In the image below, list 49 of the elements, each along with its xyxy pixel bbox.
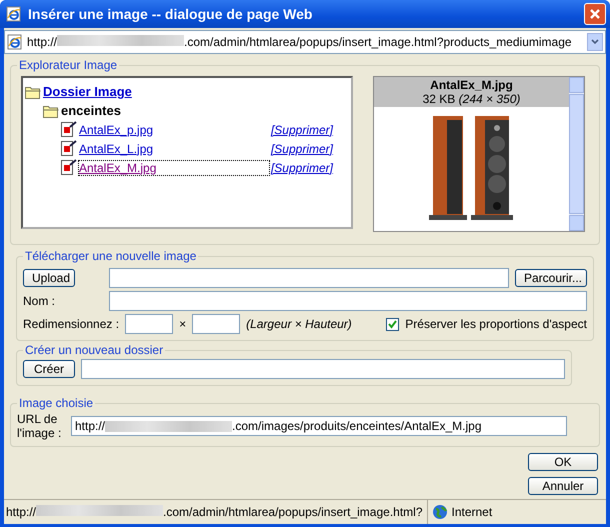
height-field[interactable] — [192, 314, 240, 334]
folder-label[interactable]: enceintes — [61, 103, 121, 118]
folder-name-field[interactable] — [81, 359, 565, 379]
folder-icon — [43, 104, 59, 118]
close-icon — [589, 8, 601, 20]
group-legend: Image choisie — [17, 396, 96, 410]
status-url: http:// .com/admin/htmlarea/popups/insert_image.html? — [6, 505, 422, 519]
file-link[interactable]: AntalEx_p.jpg — [79, 122, 269, 136]
close-button[interactable] — [584, 3, 606, 25]
group-legend: Créer un nouveau dossier — [23, 343, 166, 357]
root-folder-link[interactable]: Dossier Image — [43, 84, 132, 99]
window-title: Insérer une image -- dialogue de page Web — [28, 6, 314, 22]
delete-link[interactable]: [Supprimer] — [270, 122, 333, 136]
delete-link[interactable]: [Supprimer] — [270, 160, 333, 174]
checkbox[interactable] — [386, 318, 400, 330]
times-sign: × — [179, 317, 186, 331]
scrollbar[interactable] — [569, 77, 584, 231]
preview-dimensions: (244 × 350) — [458, 92, 520, 106]
page-icon — [7, 34, 23, 50]
url-label: URL de l'image : — [17, 412, 62, 440]
file-link[interactable]: AntalEx_M.jpg — [79, 160, 269, 174]
preview-size: 32 KB — [422, 92, 456, 106]
checkbox-label: Préserver les proportions d'aspect — [405, 317, 587, 331]
create-button[interactable]: Créer — [23, 360, 75, 378]
name-label: Nom : — [23, 294, 56, 308]
folder-icon — [25, 84, 41, 98]
globe-icon — [432, 504, 448, 520]
browse-button[interactable]: Parcourir... — [515, 269, 587, 287]
dialog-button[interactable]: Annuler — [528, 477, 598, 495]
image-url-field[interactable]: http:// .com/images/produits/enceintes/AntalEx_M.jpg — [71, 416, 567, 436]
file-link[interactable]: AntalEx_L.jpg — [79, 142, 269, 156]
group-legend: Télécharger une nouvelle image — [23, 249, 198, 263]
upload-button[interactable]: Upload — [23, 269, 75, 287]
image-file-icon — [61, 159, 77, 176]
dialog-button[interactable]: OK — [528, 453, 598, 471]
address-url: http:// .com/admin/htmlarea/popups/insert_image.html?products_mediumimage — [27, 35, 572, 49]
address-bar[interactable]: http:// .com/admin/htmlarea/popups/insert_image.html?products_mediumimage — [4, 30, 606, 54]
file-path-field[interactable] — [109, 268, 509, 288]
width-field[interactable] — [125, 314, 174, 334]
browser-icon — [6, 6, 22, 22]
image-file-icon — [61, 140, 77, 157]
delete-link[interactable]: [Supprimer] — [270, 142, 333, 156]
group-legend: Explorateur Image — [17, 58, 120, 72]
image-file-icon — [61, 121, 77, 138]
resize-hint: (Largeur × Hauteur) — [246, 317, 352, 331]
resize-label: Redimensionnez : — [23, 317, 120, 331]
zone-label: Internet — [452, 505, 492, 519]
preview-filename: AntalEx_M.jpg — [429, 78, 514, 92]
name-field[interactable] — [109, 291, 587, 311]
